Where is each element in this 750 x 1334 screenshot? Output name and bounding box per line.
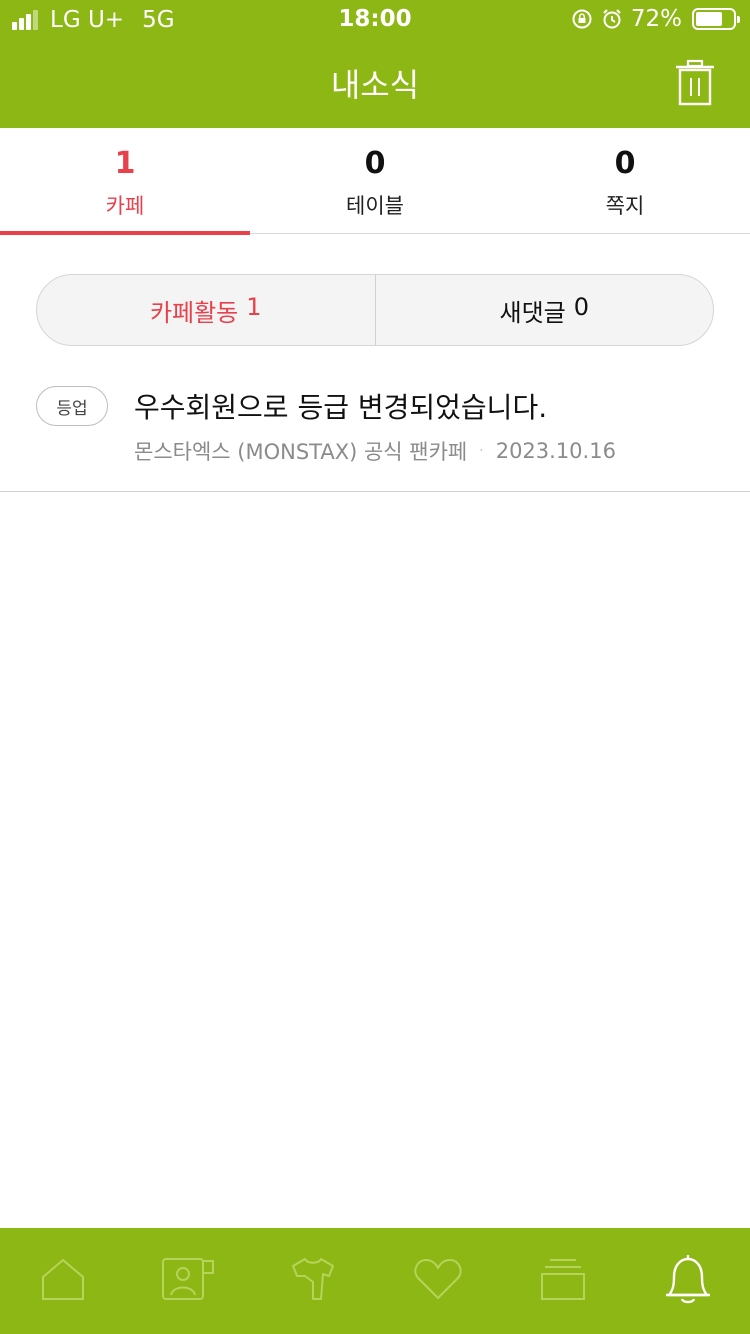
nav-profile[interactable]: [125, 1228, 250, 1334]
segment-label: 카페활동: [149, 298, 239, 327]
nav-shop[interactable]: [250, 1228, 375, 1334]
tab-cafe[interactable]: 1 카페: [0, 128, 250, 235]
tab-count: 1: [114, 146, 136, 181]
tab-label: 테이블: [346, 194, 404, 218]
segment-label: 새댓글: [499, 298, 566, 327]
nav-favorites[interactable]: [375, 1228, 500, 1334]
status-right: 72%: [571, 6, 740, 32]
notification-item[interactable]: 등업 우수회원으로 등급 변경되었습니다. 몬스타엑스 (MONSTAX) 공식…: [0, 366, 750, 492]
tab-table[interactable]: 0 테이블: [250, 128, 500, 234]
meta-separator: ·: [479, 443, 484, 459]
category-tabs: 1 카페 0 테이블 0 쪽지: [0, 128, 750, 235]
tab-label: 쪽지: [605, 194, 645, 218]
home-icon: [40, 1257, 86, 1305]
status-bar: LG U+ 5G 18:00 72%: [0, 0, 750, 40]
bell-icon: [662, 1253, 714, 1309]
tab-count: 0: [364, 146, 386, 181]
segment-cafe-activity[interactable]: 카페활동 1: [37, 275, 375, 345]
page-title: 내소식: [330, 66, 420, 104]
segment-count: 1: [246, 292, 262, 321]
notification-date: 2023.10.16: [495, 439, 616, 463]
delete-button[interactable]: [670, 59, 720, 111]
notification-cafe-name: 몬스타엑스 (MONSTAX) 공식 팬카페: [134, 440, 468, 464]
heart-icon: [413, 1257, 463, 1305]
profile-card-icon: [161, 1257, 215, 1305]
nav-home[interactable]: [0, 1228, 125, 1334]
alarm-icon: [601, 8, 623, 30]
segment-count: 0: [573, 292, 590, 321]
notification-title: 우수회원으로 등급 변경되었습니다.: [134, 391, 548, 424]
trash-icon: [673, 59, 717, 111]
battery-percent: 72%: [630, 6, 682, 32]
tab-message[interactable]: 0 쪽지: [500, 128, 750, 234]
notification-badge: 등업: [36, 386, 108, 426]
top-bar: LG U+ 5G 18:00 72% 내소식: [0, 0, 750, 128]
nav-collections[interactable]: [500, 1228, 625, 1334]
segment-new-comments[interactable]: 새댓글 0: [374, 275, 714, 345]
stack-icon: [540, 1257, 586, 1305]
notification-meta: 몬스타엑스 (MONSTAX) 공식 팬카페 · 2023.10.16: [134, 436, 616, 466]
activity-segment-control: 카페활동 1 새댓글 0: [36, 274, 714, 346]
tab-label: 카페: [105, 194, 145, 218]
battery-icon: [692, 8, 740, 30]
bottom-navigation: [0, 1228, 750, 1334]
nav-notifications[interactable]: [625, 1228, 750, 1334]
rotation-lock-icon: [571, 8, 593, 30]
shirt-icon: [289, 1256, 337, 1306]
tab-count: 0: [614, 146, 636, 181]
